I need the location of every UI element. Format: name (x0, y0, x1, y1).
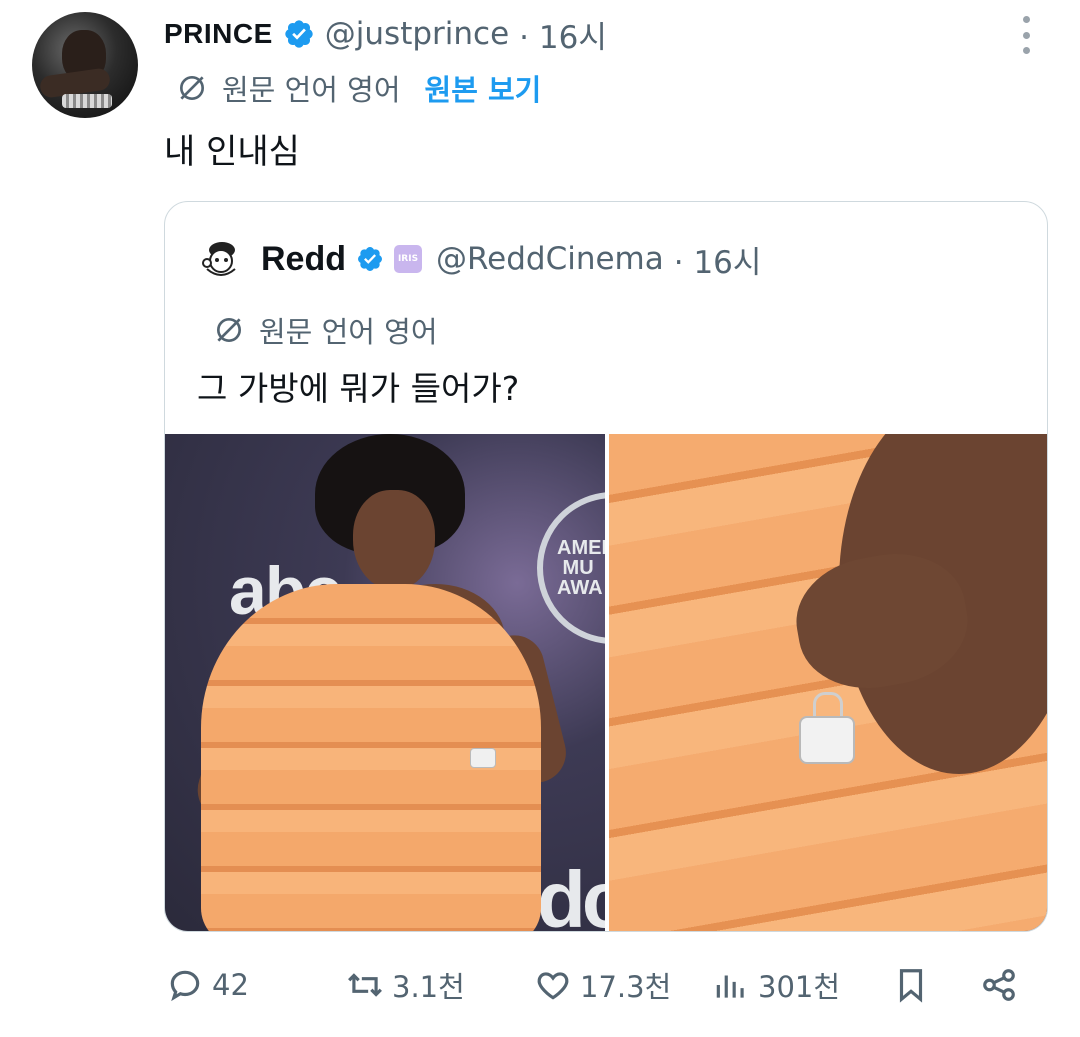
translate-language: 원문 언어 영어 (222, 73, 401, 107)
quoted-tweet[interactable]: Redd IRIS @ReddCinema · 16시 원문 언어 영어 그 가… (164, 201, 1048, 932)
quote-translate-language: 원문 언어 영어 (259, 315, 438, 349)
tweet-header: PRINCE @justprince · 16시 (164, 12, 607, 57)
bookmark-icon (899, 969, 923, 1003)
avatar-chain (62, 94, 112, 108)
like-icon (537, 972, 569, 1000)
tweet-text: 내 인내심 (164, 132, 300, 172)
more-icon[interactable] (1016, 16, 1036, 54)
retweet-button[interactable]: 3.1천 (346, 955, 465, 1015)
mini-bag (470, 748, 496, 768)
views-button[interactable]: 301천 (712, 955, 840, 1015)
author-handle[interactable]: @justprince (325, 16, 509, 52)
view-count: 301천 (758, 970, 841, 1004)
quote-time[interactable]: · 16시 (674, 237, 762, 282)
verified-icon (358, 247, 382, 271)
like-count: 17.3천 (580, 970, 672, 1004)
bookmark-button[interactable] (892, 955, 938, 1015)
reply-count: 42 (212, 968, 249, 1002)
retweet-count: 3.1천 (392, 970, 465, 1004)
quote-author-name[interactable]: Redd (261, 240, 346, 279)
author-avatar[interactable] (32, 12, 138, 118)
translate-icon (217, 318, 241, 342)
media-photo-closeup[interactable] (609, 434, 1047, 931)
quote-translate-row: 원문 언어 영어 (213, 310, 438, 350)
quote-text: 그 가방에 뭐가 들어가? (197, 369, 520, 408)
share-icon (983, 969, 1015, 1001)
verified-icon (285, 20, 313, 48)
share-button[interactable] (980, 955, 1026, 1015)
author-name[interactable]: PRINCE (164, 18, 273, 50)
quote-header: Redd IRIS @ReddCinema · 16시 (197, 234, 761, 284)
translate-icon (180, 76, 204, 100)
like-button[interactable]: 17.3천 (534, 955, 671, 1015)
bottom-logo: dc (537, 855, 605, 931)
reply-button[interactable]: 42 (166, 955, 249, 1015)
mini-bag-closeup (799, 716, 855, 764)
translate-row: 원문 언어 영어 원본 보기 (176, 68, 541, 108)
affiliate-badge[interactable]: IRIS (394, 245, 422, 273)
views-icon (716, 975, 744, 998)
show-original-link[interactable]: 원본 보기 (425, 67, 542, 109)
person-head (353, 490, 435, 590)
tweet-time[interactable]: · 16시 (519, 12, 607, 57)
retweet-icon (348, 973, 382, 997)
quote-avatar[interactable] (197, 235, 245, 283)
action-bar: 42 3.1천 17.3천 301천 (0, 955, 1080, 1015)
award-logo-text: AMER MU AWA (557, 537, 605, 599)
media-photo-full[interactable]: abc AMER MU AWA dc (165, 434, 605, 931)
quote-media[interactable]: abc AMER MU AWA dc (165, 434, 1047, 931)
quote-author-handle[interactable]: @ReddCinema (436, 241, 664, 277)
reply-icon (170, 970, 200, 1002)
